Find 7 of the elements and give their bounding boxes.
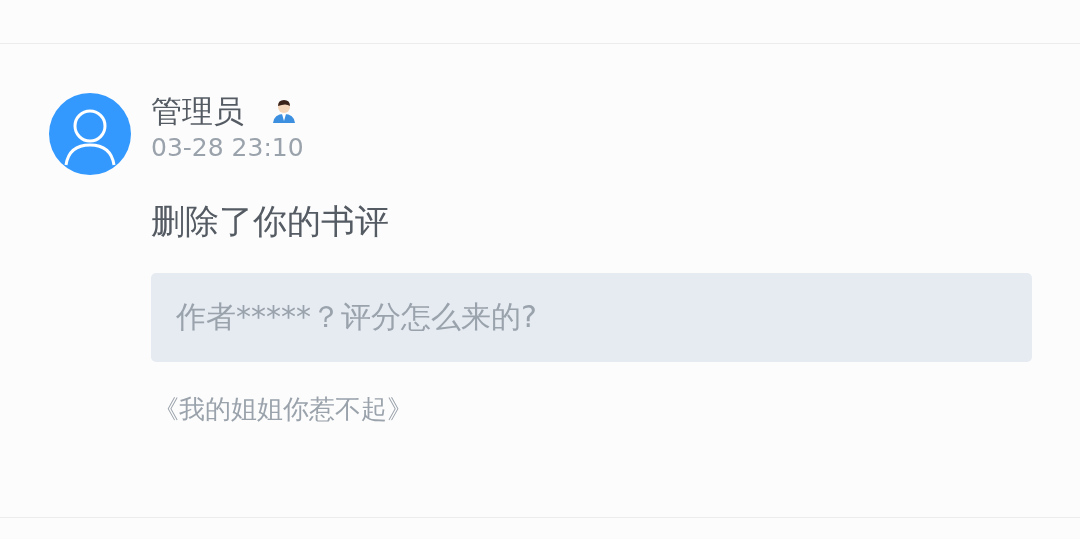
author-name: 管理员 bbox=[151, 93, 244, 129]
timestamp: 03-28 23:10 bbox=[151, 132, 305, 164]
message-text: 删除了你的书评 bbox=[151, 200, 390, 243]
quoted-review: 作者*****？评分怎么来的? bbox=[151, 273, 1032, 362]
person-icon bbox=[270, 97, 298, 125]
book-title[interactable]: 《我的姐姐你惹不起》 bbox=[153, 392, 1032, 426]
avatar-icon bbox=[49, 93, 131, 175]
